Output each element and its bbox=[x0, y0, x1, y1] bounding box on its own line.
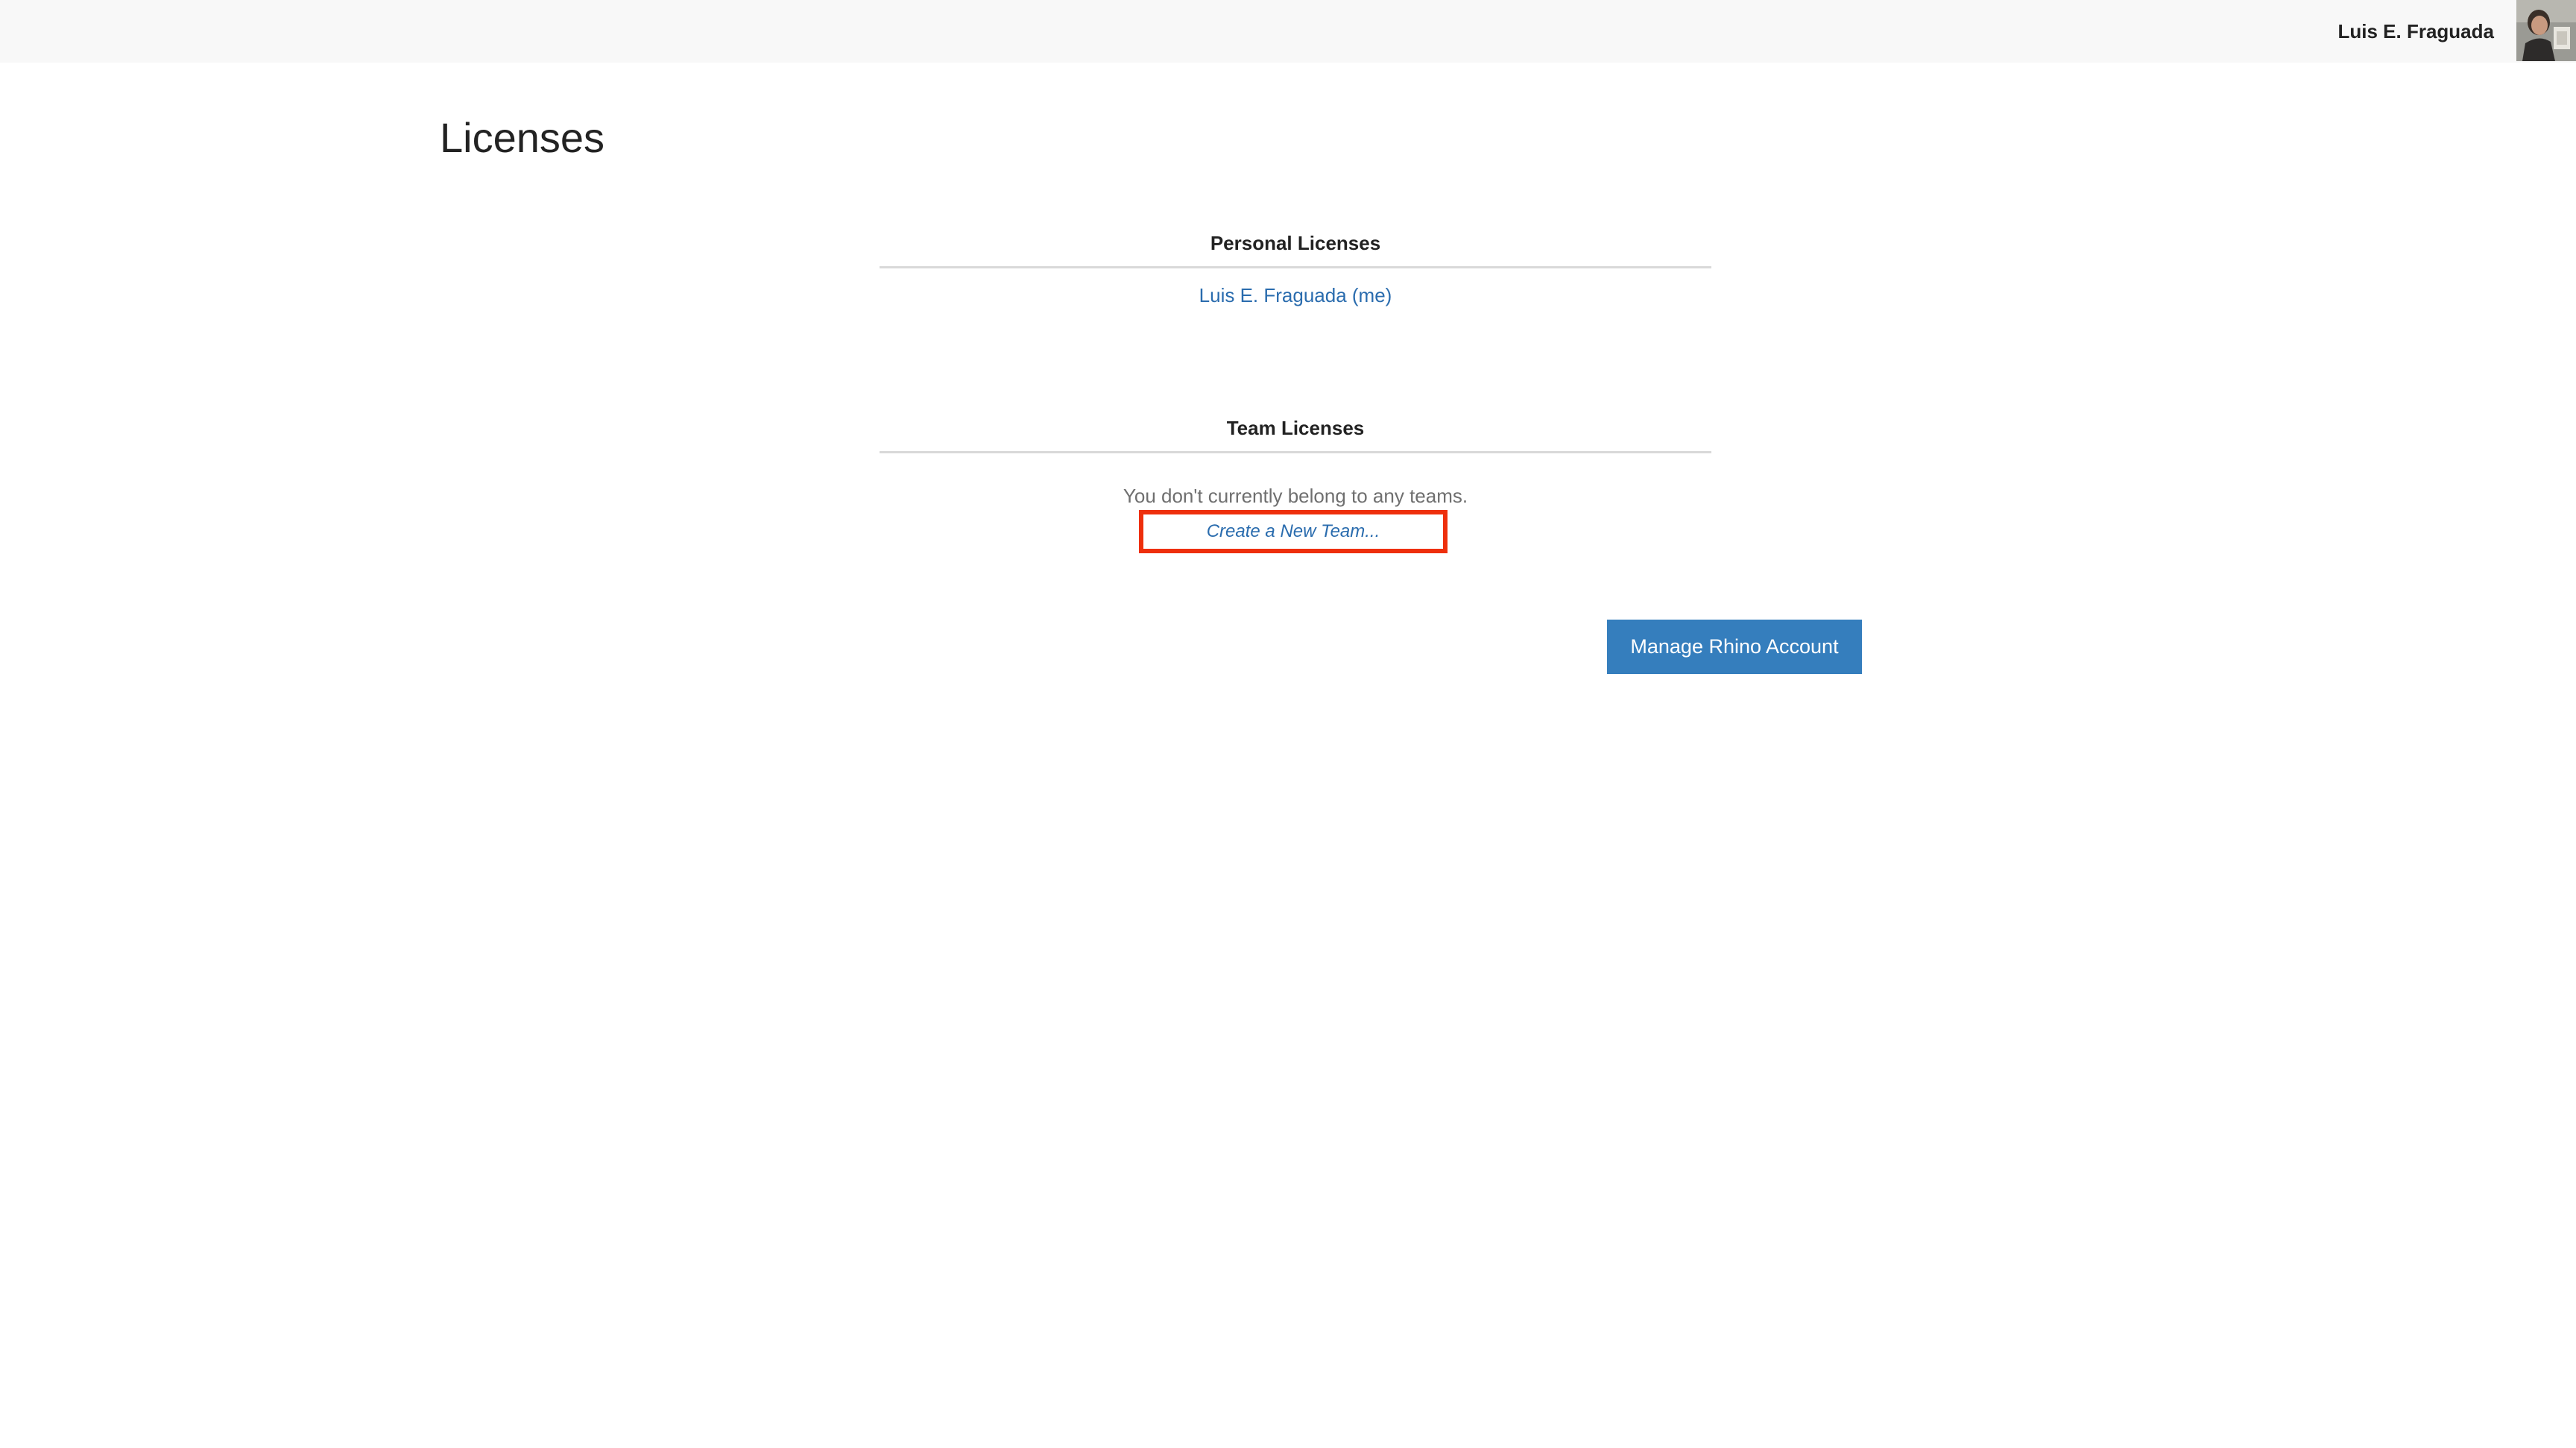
no-teams-message: You don't currently belong to any teams. bbox=[1123, 485, 1468, 507]
page-title: Licenses bbox=[440, 114, 605, 161]
avatar-photo-icon bbox=[2516, 0, 2576, 61]
personal-license-link[interactable]: Luis E. Fraguada (me) bbox=[1199, 284, 1392, 306]
personal-licenses-heading: Personal Licenses bbox=[1210, 232, 1381, 254]
user-name-menu[interactable]: Luis E. Fraguada bbox=[2338, 0, 2495, 63]
manage-rhino-account-button[interactable]: Manage Rhino Account bbox=[1607, 620, 1862, 674]
create-team-highlight: Create a New Team... bbox=[1139, 510, 1448, 553]
user-avatar[interactable] bbox=[2516, 0, 2576, 61]
team-licenses-heading: Team Licenses bbox=[1226, 417, 1365, 439]
create-new-team-link[interactable]: Create a New Team... bbox=[1143, 514, 1443, 549]
team-licenses-divider bbox=[880, 451, 1711, 453]
personal-license-item: Luis E. Fraguada (me) bbox=[880, 282, 1711, 309]
personal-licenses-divider bbox=[880, 266, 1711, 268]
top-navigation-bar: Luis E. Fraguada bbox=[0, 0, 2576, 63]
